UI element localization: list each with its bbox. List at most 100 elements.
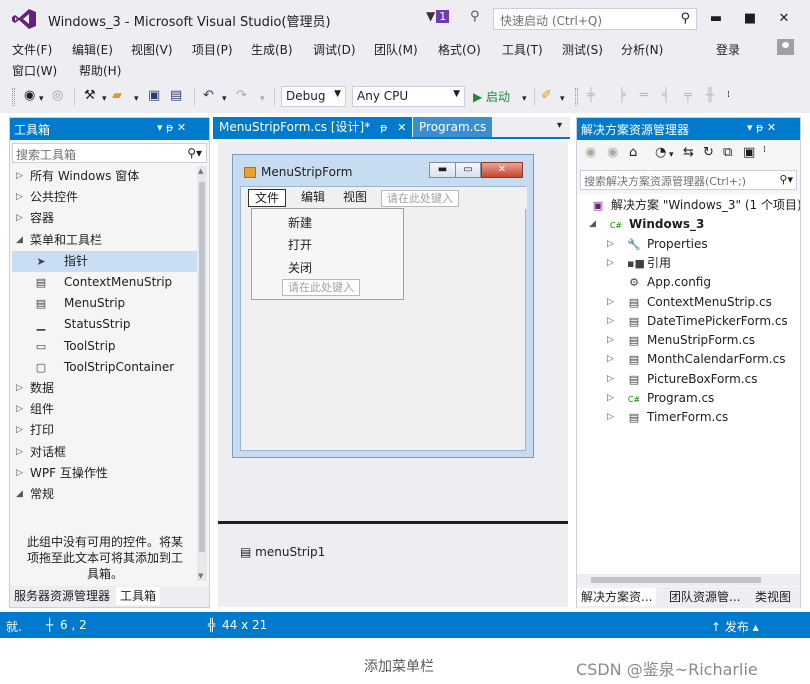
- scrollbar-thumb[interactable]: [199, 182, 205, 552]
- quick-launch-input[interactable]: 快速启动 (Ctrl+Q) ⚲: [493, 8, 697, 30]
- toolbar-overflow-icon[interactable]: ⁞: [727, 87, 730, 103]
- minimize-button[interactable]: ▬: [705, 8, 727, 30]
- toolbox-category[interactable]: ▷ 公共控件: [12, 187, 197, 208]
- menu-build[interactable]: 生成(B): [251, 41, 293, 58]
- pin-icon[interactable]: ᵽ: [380, 121, 387, 134]
- collapsed-arrow-icon[interactable]: ▷: [607, 293, 614, 312]
- toolbar-grip[interactable]: [575, 88, 578, 106]
- menu-strip-type-here[interactable]: 请在此处键入: [381, 190, 459, 207]
- tree-item[interactable]: ▷ ▤ PictureBoxForm.cs: [607, 370, 757, 389]
- menu-format[interactable]: 格式(O): [438, 41, 481, 58]
- tab-solution-explorer[interactable]: 解决方案资...: [577, 588, 657, 606]
- toolbar-overflow-icon[interactable]: ⁞: [763, 142, 766, 158]
- menu-project[interactable]: 项目(P): [192, 41, 233, 58]
- tab-program-cs[interactable]: Program.cs: [413, 117, 493, 137]
- pending-dropdown-icon[interactable]: ▾: [669, 147, 674, 163]
- menu-view[interactable]: 视图(V): [131, 41, 173, 58]
- toolbox-category[interactable]: ◢ 常规: [12, 484, 197, 505]
- undo-icon[interactable]: ↶: [203, 88, 214, 104]
- tab-class-view[interactable]: 类视图: [751, 588, 795, 606]
- tree-item[interactable]: ▷ ▤ ContextMenuStrip.cs: [607, 293, 772, 312]
- form-client-area[interactable]: 文件 编辑 视图 请在此处键入 新建 打开 关闭 请在此处键入: [240, 186, 527, 451]
- toolbox-category[interactable]: ▷ WPF 互操作性: [12, 463, 197, 484]
- toolbox-item[interactable]: ▁ StatusStrip: [12, 314, 197, 335]
- menu-strip-item-file[interactable]: 文件: [248, 189, 287, 207]
- toolbar-overflow-icon[interactable]: ▾: [560, 91, 565, 107]
- save-icon[interactable]: ▣: [148, 88, 160, 104]
- login-link[interactable]: 登录: [716, 41, 740, 58]
- new-project-dropdown-icon[interactable]: ▾: [102, 91, 107, 107]
- menu-strip-item-view[interactable]: 视图: [337, 189, 373, 207]
- undo-dropdown-icon[interactable]: ▾: [222, 91, 227, 107]
- collapsed-arrow-icon[interactable]: ▷: [607, 350, 614, 369]
- tree-item[interactable]: ▣ 解决方案 "Windows_3" (1 个项目): [591, 196, 800, 215]
- form-window[interactable]: MenuStripForm ▬ ▭ ✕ 文件 编辑 视图 请在此处键入 新建 打…: [232, 154, 534, 458]
- redo-icon[interactable]: ↷: [236, 88, 247, 104]
- toolbox-item[interactable]: ▢ ToolStripContainer: [12, 357, 197, 378]
- collapsed-arrow-icon[interactable]: ▷: [607, 370, 614, 389]
- tree-item[interactable]: ▷ ▤ DateTimePickerForm.cs: [607, 312, 788, 331]
- menu-test[interactable]: 测试(S): [562, 41, 603, 58]
- tree-item[interactable]: ⚙ App.config: [627, 273, 711, 292]
- collapsed-arrow-icon[interactable]: ▷: [607, 235, 614, 254]
- forward-icon[interactable]: ◎: [52, 88, 63, 104]
- toolbox-item[interactable]: ▤ ContextMenuStrip: [12, 272, 197, 293]
- tabs-dropdown-icon[interactable]: ▾: [557, 120, 562, 131]
- toolbox-category[interactable]: ▷ 组件: [12, 399, 197, 420]
- menu-window[interactable]: 窗口(W): [12, 62, 57, 79]
- tree-item[interactable]: ▷ C# Program.cs: [607, 389, 714, 408]
- tree-item[interactable]: ▷ ▤ MenuStripForm.cs: [607, 331, 755, 350]
- pending-changes-icon[interactable]: ◔: [655, 145, 666, 161]
- menu-team[interactable]: 团队(M): [374, 41, 418, 58]
- close-tab-icon[interactable]: ✕: [397, 121, 406, 134]
- menu-strip-item-edit[interactable]: 编辑: [295, 189, 331, 207]
- dropdown-item-new[interactable]: 新建: [288, 214, 312, 231]
- align-middle-icon[interactable]: ╤: [684, 88, 692, 104]
- open-dropdown-icon[interactable]: ▾: [134, 91, 139, 107]
- collapsed-arrow-icon[interactable]: ▷: [607, 312, 614, 331]
- menu-strip[interactable]: 文件 编辑 视图 请在此处键入: [241, 187, 527, 209]
- menu-tools[interactable]: 工具(T): [502, 41, 543, 58]
- menu-edit[interactable]: 编辑(E): [72, 41, 113, 58]
- feedback-icon[interactable]: ⚲: [470, 9, 480, 24]
- toolbox-category[interactable]: ▷ 容器: [12, 208, 197, 229]
- new-project-icon[interactable]: ⚒: [84, 88, 96, 104]
- align-right-icon[interactable]: ═: [640, 88, 648, 104]
- toolbox-category[interactable]: ▷ 所有 Windows 窗体: [12, 166, 197, 187]
- toolbar-grip[interactable]: [12, 88, 15, 106]
- toolbox-category[interactable]: ▷ 对话框: [12, 442, 197, 463]
- save-all-icon[interactable]: ▤: [170, 88, 182, 104]
- dropdown-item-open[interactable]: 打开: [288, 236, 312, 253]
- toolbox-category[interactable]: ▷ 数据: [12, 378, 197, 399]
- maximize-button[interactable]: ■: [739, 8, 761, 30]
- collapsed-arrow-icon[interactable]: ▷: [607, 254, 614, 273]
- forward-icon[interactable]: ◉: [607, 145, 618, 161]
- platform-select[interactable]: Any CPU ▼: [352, 86, 465, 107]
- scroll-down-icon[interactable]: ▼: [198, 572, 203, 580]
- user-avatar-icon[interactable]: [777, 39, 794, 55]
- redo-dropdown-icon[interactable]: ▾: [260, 91, 265, 107]
- expanded-arrow-icon[interactable]: ◢: [589, 215, 596, 234]
- menu-debug[interactable]: 调试(D): [313, 41, 356, 58]
- toolbox-category[interactable]: ▷ 打印: [12, 420, 197, 441]
- collapsed-arrow-icon[interactable]: ▷: [607, 389, 614, 408]
- toolbox-category[interactable]: ◢ 菜单和工具栏: [12, 230, 197, 251]
- configuration-select[interactable]: Debug ▼: [281, 86, 346, 107]
- panel-controls[interactable]: ▾ ᵽ ✕: [157, 121, 186, 134]
- back-icon[interactable]: ◉: [585, 145, 596, 161]
- tab-server-explorer[interactable]: 服务器资源管理器: [10, 587, 114, 605]
- menu-analyze[interactable]: 分析(N): [621, 41, 663, 58]
- scrollbar-thumb[interactable]: [591, 577, 761, 583]
- component-tray-item[interactable]: ▤ menuStrip1: [240, 545, 325, 559]
- tree-item[interactable]: ▷ 🔧 Properties: [607, 235, 708, 254]
- align-left-icon[interactable]: ╪: [587, 88, 595, 104]
- toolbox-scrollbar[interactable]: ▲ ▼: [197, 166, 207, 581]
- back-icon[interactable]: ◉: [24, 88, 35, 104]
- start-dropdown-icon[interactable]: ▾: [522, 91, 527, 107]
- menu-file[interactable]: 文件(F): [12, 41, 52, 58]
- show-all-files-icon[interactable]: ▣: [743, 145, 755, 161]
- tab-toolbox[interactable]: 工具箱: [116, 587, 161, 605]
- home-icon[interactable]: ⌂: [629, 145, 637, 161]
- notifications[interactable]: ▼ 1: [426, 9, 450, 23]
- panel-controls[interactable]: ▾ ᵽ ✕: [747, 121, 776, 134]
